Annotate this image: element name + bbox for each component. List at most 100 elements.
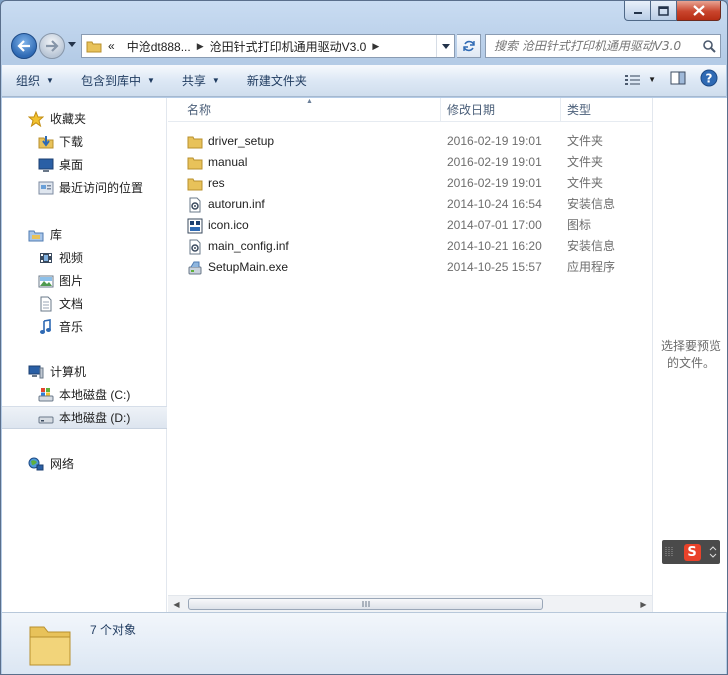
setup-exe-icon [187, 260, 203, 276]
sidebar-item-label: 桌面 [59, 158, 84, 172]
file-date: 2014-10-24 16:54 [447, 197, 542, 211]
column-header-name[interactable]: 名称 [181, 98, 441, 122]
sidebar-item-recent-places[interactable]: 最近访问的位置 [2, 176, 167, 199]
back-button[interactable] [11, 33, 37, 59]
table-row[interactable]: main_config.inf 2014-10-21 16:20 安装信息 [168, 236, 652, 257]
table-row[interactable]: autorun.inf 2014-10-24 16:54 安装信息 [168, 194, 652, 215]
search-icon[interactable] [702, 39, 716, 53]
file-date: 2014-10-25 15:57 [447, 260, 542, 274]
address-overflow-chevron[interactable]: « [108, 39, 115, 53]
sidebar-item-videos[interactable]: 视频 [2, 246, 167, 269]
content-area: 收藏夹 下载 桌面 最近访问的位置 库 视频 图片 文档 音乐 计算机 本地磁盘… [2, 98, 727, 612]
file-name: icon.ico [208, 218, 249, 232]
search-box[interactable] [485, 34, 721, 58]
sidebar-item-label: 库 [50, 228, 63, 242]
chevron-down-icon [441, 43, 450, 49]
sogou-ime-icon[interactable]: S [683, 543, 701, 561]
table-row[interactable]: icon.ico 2014-07-01 17:00 图标 [168, 215, 652, 236]
new-folder-button[interactable]: 新建文件夹 [247, 72, 307, 89]
breadcrumb-arrow-icon[interactable]: ▶ [372, 41, 379, 52]
pictures-library-icon [38, 273, 54, 289]
file-name: driver_setup [208, 134, 275, 148]
sidebar-item-pictures[interactable]: 图片 [2, 269, 167, 292]
sidebar-item-downloads[interactable]: 下载 [2, 130, 167, 153]
file-name: autorun.inf [208, 197, 265, 211]
column-header-type[interactable]: 类型 [561, 98, 652, 122]
computer-icon [28, 364, 44, 380]
sidebar-item-network[interactable]: 网络 [2, 452, 167, 475]
scroll-right-button[interactable]: ▶ [635, 596, 652, 613]
maximize-button[interactable] [651, 1, 677, 21]
sidebar-item-drive-d[interactable]: 本地磁盘 (D:) [2, 406, 167, 429]
item-count: 7 个对象 [90, 623, 137, 637]
table-row[interactable]: manual 2016-02-19 19:01 文件夹 [168, 152, 652, 173]
folder-large-icon [29, 626, 71, 666]
scrollbar-thumb[interactable] [188, 598, 543, 610]
file-type: 安装信息 [567, 239, 616, 253]
file-type: 安装信息 [567, 197, 616, 211]
table-row[interactable]: SetupMain.exe 2014-10-25 15:57 应用程序 [168, 257, 652, 278]
organize-button[interactable]: 组织 ▼ [16, 72, 54, 89]
sidebar-item-documents[interactable]: 文档 [2, 292, 167, 315]
table-row[interactable]: driver_setup 2016-02-19 19:01 文件夹 [168, 131, 652, 152]
help-button[interactable]: ? [700, 69, 718, 90]
inf-file-icon [187, 239, 203, 255]
favorites-group: 收藏夹 下载 桌面 最近访问的位置 [2, 107, 167, 199]
address-history-dropdown[interactable] [436, 35, 454, 57]
file-name: main_config.inf [208, 239, 289, 253]
file-type: 应用程序 [567, 260, 616, 274]
scroll-left-button[interactable]: ◀ [168, 596, 185, 613]
file-rows: driver_setup 2016-02-19 19:01 文件夹 manual… [168, 131, 652, 278]
recent-pages-dropdown[interactable] [68, 42, 76, 48]
refresh-button[interactable] [457, 34, 481, 58]
include-in-library-button[interactable]: 包含到库中 ▼ [81, 72, 155, 89]
svg-text:?: ? [706, 72, 713, 86]
share-button[interactable]: 共享 ▼ [182, 72, 220, 89]
breadcrumb-arrow-icon[interactable]: ▶ [197, 41, 204, 52]
close-button[interactable] [677, 1, 721, 21]
chevron-down-icon: ▼ [211, 76, 220, 85]
drag-handle-icon [665, 547, 673, 557]
sidebar-item-computer[interactable]: 计算机 [2, 360, 167, 383]
preview-pane-button[interactable] [670, 71, 686, 88]
sidebar-item-music[interactable]: 音乐 [2, 315, 167, 338]
drive-d-icon [38, 410, 54, 426]
preview-message: 选择要预览 的文件。 [653, 338, 727, 372]
inf-file-icon [187, 197, 203, 213]
minimize-icon [633, 11, 642, 14]
star-icon [28, 110, 44, 127]
file-list: ▲ 名称 修改日期 类型 driver_setup 2016-02-19 19:… [168, 98, 652, 612]
sidebar-item-drive-c[interactable]: 本地磁盘 (C:) [2, 383, 167, 406]
preview-pane-icon [670, 71, 686, 85]
address-segment-current[interactable]: 沧田针式打印机通用驱动V3.0 [210, 38, 367, 55]
sidebar-item-favorites[interactable]: 收藏夹 [2, 107, 167, 130]
documents-library-icon [38, 296, 54, 312]
column-header-date[interactable]: 修改日期 [441, 98, 561, 122]
chevron-updown-icon[interactable] [709, 546, 717, 558]
file-date: 2016-02-19 19:01 [447, 176, 542, 190]
sidebar-item-label: 音乐 [59, 320, 84, 334]
preview-message-line: 选择要预览 [660, 339, 721, 353]
command-bar: 组织 ▼ 包含到库中 ▼ 共享 ▼ 新建文件夹 ▼ ? [2, 65, 726, 97]
sidebar-item-libraries[interactable]: 库 [2, 223, 167, 246]
desktop-icon [38, 157, 54, 173]
minimize-button[interactable] [624, 1, 651, 21]
details-view-icon [625, 74, 641, 85]
address-segment-parent[interactable]: 中沧dt888... [127, 38, 191, 55]
search-input[interactable] [494, 39, 694, 53]
sidebar-item-label: 最近访问的位置 [59, 181, 144, 195]
table-row[interactable]: res 2016-02-19 19:01 文件夹 [168, 173, 652, 194]
horizontal-scrollbar[interactable]: ◀ ▶ [168, 595, 652, 612]
sidebar-item-desktop[interactable]: 桌面 [2, 153, 167, 176]
arrow-right-icon [46, 40, 59, 52]
ime-toolbar[interactable]: S [662, 540, 720, 564]
file-type: 文件夹 [567, 176, 604, 190]
file-date: 2014-07-01 17:00 [447, 218, 542, 232]
toolbar-right: ▼ ? [624, 69, 718, 90]
video-library-icon [38, 250, 54, 266]
folder-icon [86, 41, 102, 53]
forward-button[interactable] [39, 33, 65, 59]
refresh-icon [462, 40, 475, 52]
view-options-button[interactable]: ▼ [624, 73, 656, 87]
address-bar[interactable]: « 中沧dt888... ▶ 沧田针式打印机通用驱动V3.0 ▶ [81, 34, 455, 58]
